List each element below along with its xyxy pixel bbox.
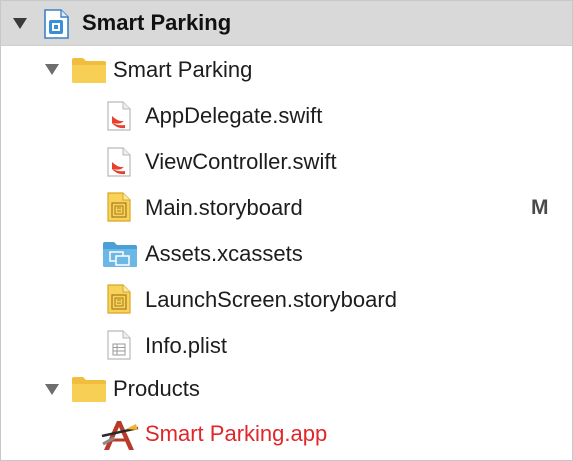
storyboard-file-icon <box>107 192 131 222</box>
file-label: Assets.xcassets <box>145 241 303 266</box>
file-row-launchscreen[interactable]: LaunchScreen.storyboard <box>1 277 572 322</box>
storyboard-file-icon <box>107 284 131 314</box>
file-label: ViewController.swift <box>145 149 337 174</box>
file-label: Info.plist <box>145 333 227 358</box>
group-row-smart-parking[interactable]: Smart Parking <box>1 47 572 92</box>
plist-file-icon <box>107 330 131 360</box>
folder-icon <box>72 58 106 83</box>
folder-icon <box>72 377 106 402</box>
file-row-viewcontroller[interactable]: ViewController.swift <box>1 139 572 184</box>
file-row-main-storyboard[interactable]: Main.storyboard M <box>1 185 572 230</box>
disclosure-triangle-icon[interactable] <box>45 384 59 395</box>
file-row-appdelegate[interactable]: AppDelegate.swift <box>1 93 572 138</box>
file-label: AppDelegate.swift <box>145 103 323 128</box>
file-row-info-plist[interactable]: Info.plist <box>1 323 572 368</box>
group-label: Products <box>113 376 200 401</box>
file-label: Main.storyboard <box>145 195 303 220</box>
asset-catalog-icon <box>103 242 137 267</box>
group-label: Smart Parking <box>113 57 253 82</box>
project-row[interactable]: Smart Parking <box>1 1 572 46</box>
product-label: Smart Parking.app <box>145 421 328 446</box>
file-row-assets[interactable]: Assets.xcassets <box>1 231 572 276</box>
source-control-modified-badge: M <box>531 196 549 219</box>
disclosure-triangle-icon[interactable] <box>45 64 59 75</box>
swift-file-icon <box>107 101 131 131</box>
project-name: Smart Parking <box>82 10 232 35</box>
product-row-app[interactable]: Smart Parking.app <box>1 411 572 456</box>
project-navigator: Smart Parking Smart Parking AppDelegate.… <box>0 0 573 461</box>
group-row-products[interactable]: Products <box>1 365 572 410</box>
file-label: LaunchScreen.storyboard <box>145 287 397 312</box>
app-product-icon <box>101 421 139 450</box>
xcode-project-icon <box>44 9 69 39</box>
swift-file-icon <box>107 147 131 177</box>
disclosure-triangle-icon[interactable] <box>13 18 27 29</box>
